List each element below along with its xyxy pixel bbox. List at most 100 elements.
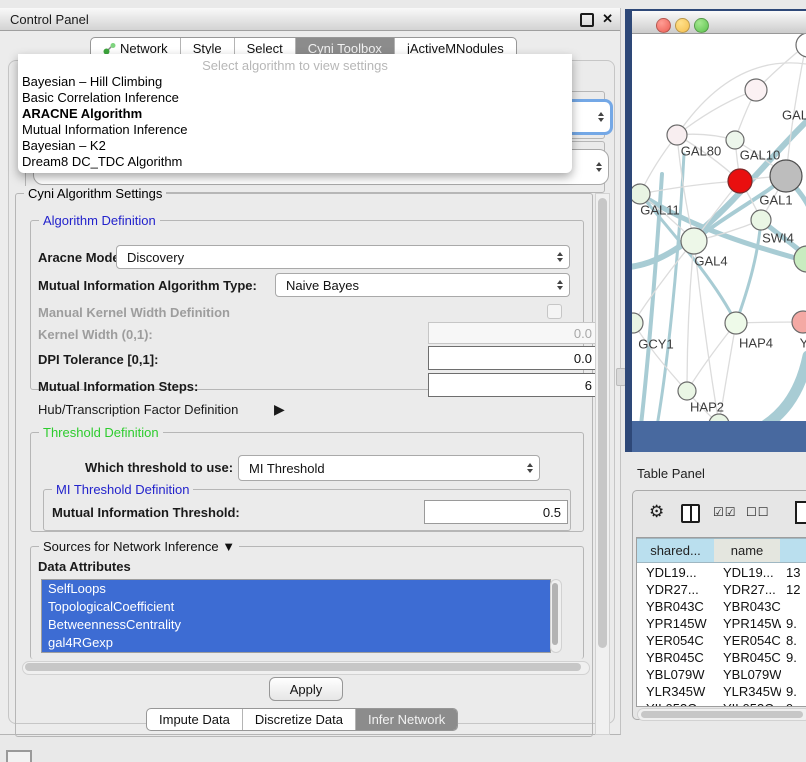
network-node[interactable] <box>632 184 650 204</box>
data-attributes-list[interactable]: SelfLoopsTopologicalCoefficientBetweenne… <box>41 579 551 653</box>
float-window-icon[interactable] <box>580 13 594 27</box>
algorithm-definition-title: Algorithm Definition <box>39 213 160 228</box>
manual-kernel-checkbox[interactable] <box>547 304 562 319</box>
control-panel-window: Control Panel ✕ NetworkStyleSelectCyni T… <box>0 8 621 735</box>
table-cell[interactable]: 9. <box>786 616 806 631</box>
sources-title: Sources for Network Inference ▼ <box>39 539 239 554</box>
network-node[interactable] <box>678 382 696 400</box>
network-window-titlebar[interactable] <box>632 11 806 34</box>
table-cell[interactable]: YBR045C <box>723 650 781 665</box>
network-node[interactable] <box>632 313 643 333</box>
column-header[interactable] <box>780 538 806 563</box>
columns-icon[interactable] <box>681 504 700 523</box>
column-header[interactable]: shared... <box>637 538 715 563</box>
table-cell[interactable]: YDL19... <box>723 565 781 580</box>
hub-expand-arrow-icon[interactable]: ▶ <box>274 401 285 418</box>
aracne-mode-combobox[interactable]: Discovery <box>116 245 570 269</box>
attributes-scrollbar[interactable] <box>550 579 562 653</box>
network-node[interactable] <box>792 311 806 333</box>
table-cell[interactable]: YDR27... <box>723 582 781 597</box>
network-node[interactable] <box>725 312 747 334</box>
mac-close-icon[interactable] <box>656 18 671 33</box>
table-cell[interactable]: 9. <box>786 650 806 665</box>
close-icon[interactable]: ✕ <box>602 11 613 27</box>
mi-steps-field[interactable]: 6 <box>428 373 599 397</box>
new-table-icon[interactable] <box>795 501 806 524</box>
network-node[interactable] <box>728 169 752 193</box>
table-cell[interactable]: 13 <box>786 565 806 580</box>
algorithm-option[interactable]: Bayesian – K2 <box>22 138 106 153</box>
sources-collapse-arrow-icon[interactable]: ▼ <box>222 539 235 554</box>
node-label: SWI4 <box>762 231 794 246</box>
algorithm-option[interactable]: ARACNE Algorithm <box>22 106 142 121</box>
table-cell[interactable]: 12 <box>786 582 806 597</box>
table-cell[interactable]: YLR345W <box>723 684 781 699</box>
table-cell[interactable]: YER054C <box>723 633 781 648</box>
mac-minimize-icon[interactable] <box>675 18 690 33</box>
attribute-item[interactable]: gal4RGexp <box>42 634 550 652</box>
attribute-item[interactable]: SelfLoops <box>42 580 550 598</box>
mi-algorithm-type-combobox[interactable]: Naive Bayes <box>275 273 570 297</box>
node-table[interactable]: shared...name YDL19... YDL19... 13 YDR27... Y… <box>636 537 806 707</box>
network-node[interactable] <box>681 228 707 254</box>
table-cell[interactable]: YDR27... <box>646 582 715 597</box>
network-node[interactable] <box>751 210 771 230</box>
kernel-width-field[interactable]: 0.0 <box>428 322 599 344</box>
settings-hscrollbar[interactable] <box>22 661 590 675</box>
table-cell[interactable]: YPR145W <box>723 616 781 631</box>
table-cell[interactable]: 9. <box>786 684 806 699</box>
table-cell[interactable]: 8. <box>786 633 806 648</box>
table-cell[interactable]: YBR045C <box>646 650 715 665</box>
network-node[interactable] <box>726 131 744 149</box>
column-header[interactable]: name <box>714 538 781 563</box>
table-cell[interactable]: YBR043C <box>646 599 715 614</box>
bottom-tab-impute-data[interactable]: Impute Data <box>147 709 243 730</box>
network-node[interactable] <box>770 160 802 192</box>
bottom-tab-infer-network[interactable]: Infer Network <box>356 709 457 730</box>
apply-button[interactable]: Apply <box>269 677 343 701</box>
bottom-tabbar: Impute DataDiscretize DataInfer Network <box>146 708 458 731</box>
table-cell[interactable]: YBR043C <box>723 599 781 614</box>
select-all-checkboxes-icon[interactable]: ☑☑ <box>713 505 737 519</box>
hub-definition-label[interactable]: Hub/Transcription Factor Definition <box>38 402 238 417</box>
network-canvas[interactable]: GALGAL80GAL10GAL1GAL11SWI4GAL4GCY1HAP4YH… <box>632 34 806 421</box>
mac-zoom-icon[interactable] <box>694 18 709 33</box>
algorithm-option[interactable]: Dream8 DC_TDC Algorithm <box>22 154 182 169</box>
attribute-item[interactable]: BetweennessCentrality <box>42 616 550 634</box>
dpi-tolerance-field[interactable]: 0.0 <box>428 346 599 370</box>
which-threshold-label: Which threshold to use: <box>85 460 233 475</box>
deselect-all-checkboxes-icon[interactable]: ☐☐ <box>746 505 770 519</box>
table-cell[interactable]: YBL079W <box>723 667 781 682</box>
table-cell[interactable]: YIL053C <box>723 701 781 707</box>
settings-vscrollbar[interactable] <box>595 193 610 735</box>
table-panel-window: ⚙ ☑☑ ☐☐ shared...name YDL19... YDL19... 13 Y… <box>632 490 806 720</box>
node-label: GAL1 <box>759 193 792 208</box>
table-cell[interactable]: 9 <box>786 701 806 707</box>
network-node[interactable] <box>667 125 687 145</box>
which-threshold-combobox[interactable]: MI Threshold <box>238 455 540 481</box>
table-cell[interactable]: YPR145W <box>646 616 715 631</box>
table-cell[interactable]: YIL053C <box>646 701 715 707</box>
bottom-tab-discretize-data[interactable]: Discretize Data <box>243 709 356 730</box>
table-hscrollbar[interactable] <box>637 708 806 721</box>
collapsed-panel-grip[interactable] <box>6 750 32 762</box>
algorithm-option[interactable]: Bayesian – Hill Climbing <box>22 74 162 89</box>
table-cell[interactable]: YDL19... <box>646 565 715 580</box>
algorithm-option[interactable]: Basic Correlation Inference <box>22 90 179 105</box>
dpi-tolerance-label: DPI Tolerance [0,1]: <box>38 352 158 367</box>
network-node[interactable] <box>709 414 729 421</box>
algorithm-option[interactable]: Mutual Information Inference <box>22 122 187 137</box>
table-cell[interactable]: YER054C <box>646 633 715 648</box>
network-node[interactable] <box>796 34 806 57</box>
control-panel-titlebar[interactable]: Control Panel ✕ <box>0 8 620 31</box>
node-label: HAP4 <box>739 336 773 351</box>
table-cell[interactable]: YLR345W <box>646 684 715 699</box>
attribute-item[interactable]: TopologicalCoefficient <box>42 598 550 616</box>
table-cell[interactable]: YBL079W <box>646 667 715 682</box>
mi-algorithm-type-label: Mutual Information Algorithm Type: <box>38 278 257 293</box>
network-node[interactable] <box>745 79 767 101</box>
algorithm-dropdown-placeholder: Select algorithm to view settings <box>18 58 572 73</box>
gear-icon[interactable]: ⚙ <box>649 502 664 522</box>
mi-threshold-field[interactable]: 0.5 <box>424 500 568 524</box>
network-graph <box>632 34 806 421</box>
